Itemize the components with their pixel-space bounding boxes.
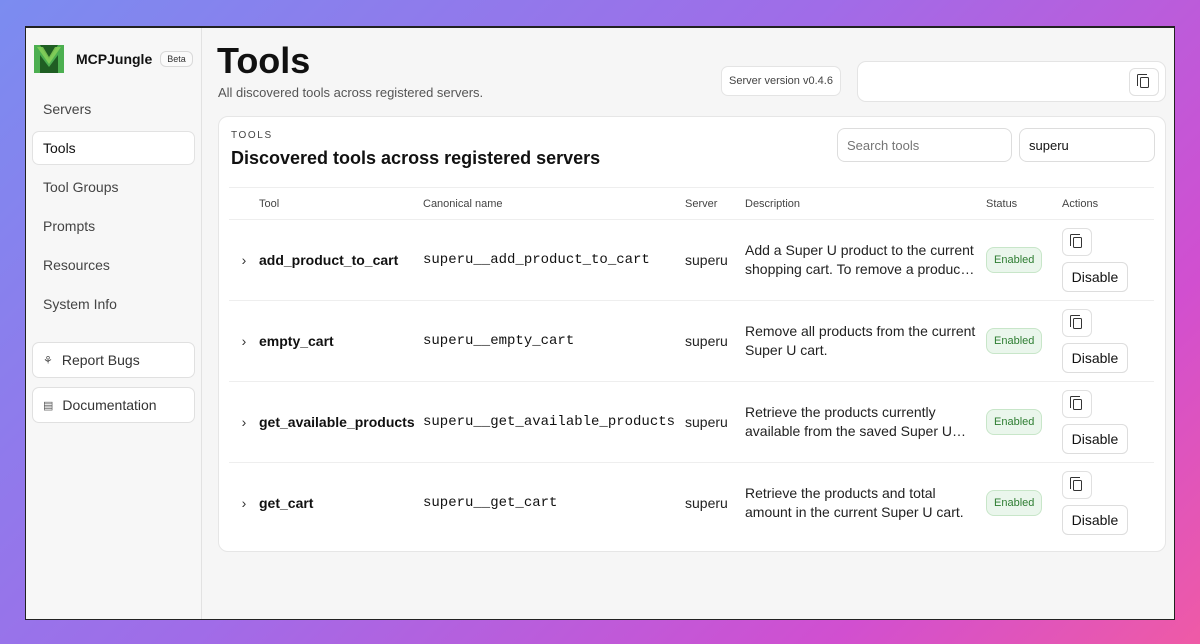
tool-name: empty_cart [259,300,423,382]
expand-chevron-icon[interactable]: › [229,381,259,463]
tool-description: Retrieve the products and total amount i… [745,485,964,521]
status-cell: Enabled [986,219,1062,301]
bug-icon: ⚘ [43,354,53,367]
page-subtitle: All discovered tools across registered s… [218,85,484,100]
main-content: Tools All discovered tools across regist… [202,28,1174,619]
tools-card: TOOLS Discovered tools across registered… [218,116,1166,552]
sidebar-item-resources[interactable]: Resources [32,248,195,282]
actions-cell: Disable [1062,381,1154,463]
tool-description: Add a Super U product to the current sho… [745,242,974,277]
server-version-badge: Server version v0.4.6 [721,66,841,96]
canonical-name: superu__add_product_to_cart [423,219,685,301]
beta-badge: Beta [160,51,193,67]
status-cell: Enabled [986,300,1062,382]
server-url-field[interactable] [857,61,1166,102]
card-eyebrow: TOOLS [231,130,273,141]
tool-description: Remove all products from the current Sup… [745,323,976,358]
status-cell: Enabled [986,381,1062,463]
table-row: › get_cart superu__get_cart superu Retri… [229,463,1154,544]
expand-chevron-icon[interactable]: › [229,300,259,382]
description-cell: Retrieve the products and total amount i… [745,463,986,544]
tools-table: Tool Canonical name Server Description S… [229,187,1154,544]
actions-cell: Disable [1062,463,1154,544]
actions-cell: Disable [1062,300,1154,382]
copy-icon [1069,476,1082,491]
status-badge: Enabled [986,328,1043,354]
column-header-server: Server [685,187,745,220]
server-filter-input[interactable] [1019,128,1155,162]
page-title: Tools [217,40,311,81]
table-row: › add_product_to_cart superu__add_produc… [229,219,1154,301]
column-header-canonical-name: Canonical name [423,187,685,220]
copy-icon [1069,314,1082,329]
sidebar-item-prompts[interactable]: Prompts [32,209,195,243]
brand[interactable]: MCPJungle Beta [32,42,195,76]
server-name: superu [685,219,745,301]
copy-tool-button[interactable] [1062,390,1092,418]
canonical-name: superu__empty_cart [423,300,685,382]
expand-chevron-icon[interactable]: › [229,219,259,301]
canonical-name: superu__get_cart [423,495,558,512]
card-title: Discovered tools across registered serve… [231,148,601,168]
description-cell: Retrieve the products currently availabl… [745,381,986,463]
copy-tool-button[interactable] [1062,309,1092,337]
disable-button[interactable]: Disable [1062,262,1128,292]
documentation-label: Documentation [62,397,157,413]
tool-name: get_cart [259,495,314,512]
column-header-description: Description [745,187,986,220]
disable-button[interactable]: Disable [1062,343,1128,373]
copy-tool-button[interactable] [1062,228,1092,256]
report-bugs-label: Report Bugs [61,352,140,368]
actions-cell: Disable [1062,219,1154,301]
copy-icon [1069,395,1082,410]
tool-name: add_product_to_cart [259,219,423,301]
documentation-button[interactable]: ▤ Documentation [32,387,195,423]
disable-button[interactable]: Disable [1062,505,1128,536]
column-header-actions: Actions [1062,187,1154,220]
copy-icon [1136,73,1149,88]
table-row: › get_available_products superu__get_ava… [229,381,1154,463]
status-badge: Enabled [986,409,1043,435]
expand-column-header [229,187,259,220]
copy-icon [1069,233,1082,248]
sidebar: MCPJungle Beta Servers Tools Tool Groups… [26,28,202,619]
report-bugs-button[interactable]: ⚘ Report Bugs [32,342,195,378]
server-name: superu [685,495,728,512]
canonical-name: superu__get_available_products [423,381,685,463]
column-header-status: Status [986,187,1062,220]
description-cell: Add a Super U product to the current sho… [745,219,986,301]
disable-button[interactable]: Disable [1062,424,1128,454]
sidebar-item-tools[interactable]: Tools [32,131,195,165]
table-header-row: Tool Canonical name Server Description S… [229,187,1154,220]
expand-chevron-icon[interactable]: › [229,463,259,544]
mcpjungle-logo-icon [34,45,64,73]
doc-icon: ▤ [43,399,54,412]
description-cell: Remove all products from the current Sup… [745,300,986,382]
app-name: MCPJungle [76,51,153,67]
app-window: MCPJungle Beta Servers Tools Tool Groups… [25,26,1175,620]
status-badge: Enabled [986,247,1043,273]
table-row: › empty_cart superu__empty_cart superu R… [229,300,1154,382]
search-input[interactable] [837,128,1012,162]
server-name: superu [685,381,745,463]
copy-url-button[interactable] [1129,68,1159,96]
tool-description: Retrieve the products currently availabl… [745,404,952,439]
tool-name: get_available_products [259,381,423,463]
server-name: superu [685,300,745,382]
copy-tool-button[interactable] [1062,471,1092,500]
status-badge: Enabled [986,490,1043,517]
sidebar-item-system-info[interactable]: System Info [32,287,195,321]
column-header-tool: Tool [259,187,423,220]
sidebar-item-servers[interactable]: Servers [32,92,195,126]
status-cell: Enabled [986,463,1062,544]
sidebar-item-tool-groups[interactable]: Tool Groups [32,170,195,204]
